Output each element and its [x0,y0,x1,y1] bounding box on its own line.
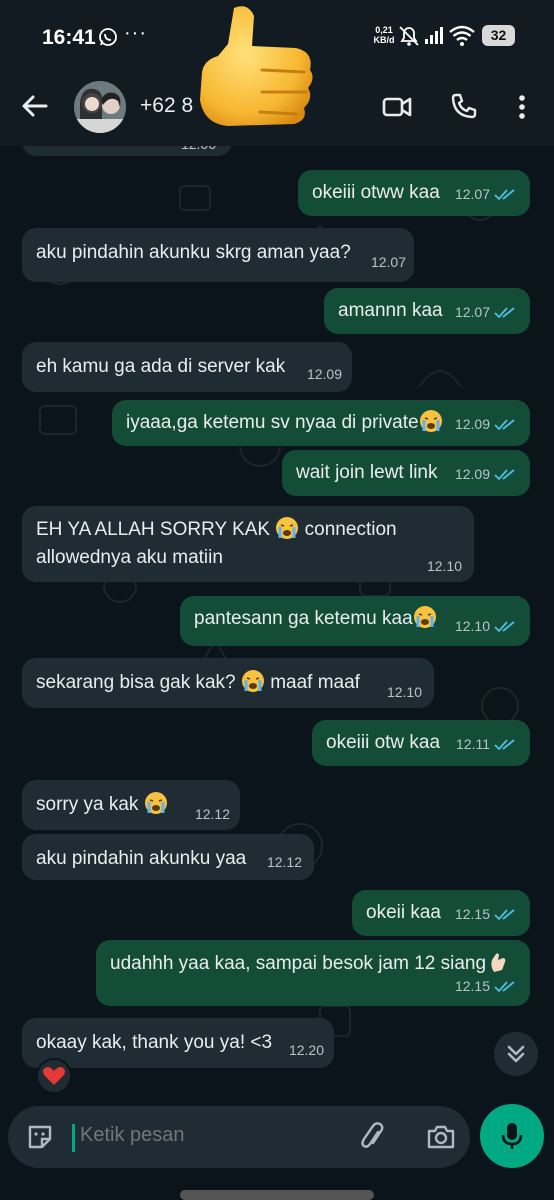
read-ticks-icon [494,621,515,633]
message-time: 12.07 [455,181,516,208]
message-outgoing[interactable]: amannn kaa 12.07 [324,288,530,334]
message-text: okeiii otww kaa [312,182,440,203]
contact-avatar[interactable] [74,81,126,133]
read-ticks-icon [494,307,515,319]
message-input[interactable] [80,1124,340,1147]
message-text: amannn kaa [338,300,443,321]
message-time: 12.07 [455,299,516,326]
message-time: 12.10 [386,684,422,700]
double-chevron-down-icon [507,1045,525,1063]
crying-emoji-icon [413,606,436,628]
message-composer [8,1106,470,1168]
message-time: 12.12 [266,854,302,870]
status-icons [399,25,475,46]
message-text-line2: allowednya aku matiin [36,547,223,568]
message-outgoing[interactable]: okeiii otww kaa 12.07 [298,170,530,216]
message-text: aku pindahin akunku skrg aman yaa? [36,242,351,263]
message-text: wait join lewt link [296,462,438,483]
message-text-line1b: connection [304,519,397,540]
mic-icon [501,1123,523,1149]
message-outgoing[interactable]: okeii kaa 12.15 [352,890,530,936]
message-text: sorry ya kak [36,794,139,815]
thumbs-up-sticker [200,6,313,127]
crying-emoji-icon [419,410,442,432]
message-incoming[interactable]: aku pindahin akunku skrg aman yaa? 12.07 [22,228,414,282]
battery-icon: 32 [482,25,515,46]
heart-icon [43,1067,65,1085]
message-text: okaay kak, thank you ya! <3 [36,1032,273,1053]
attach-icon[interactable] [360,1122,386,1152]
message-incoming[interactable]: eh kamu ga ada di server kak 12.09 [22,342,352,392]
read-ticks-icon [494,189,515,201]
message-outgoing[interactable]: pantesann ga ketemu kaa 12.10 [180,596,530,646]
message-time: 12.10 [426,558,462,574]
message-time: 12.09 [455,461,516,488]
message-incoming[interactable]: EH YA ALLAH SORRY KAK connection allowed… [22,506,474,582]
wifi-icon [449,25,475,46]
heart-reaction[interactable] [36,1058,72,1094]
sticker-icon[interactable] [26,1123,54,1151]
video-call-icon[interactable] [382,92,412,122]
more-vert-icon[interactable] [512,92,532,122]
message-text: eh kamu ga ada di server kak [36,356,286,377]
read-ticks-icon [494,469,515,481]
message-time: 12.15 [455,973,516,1000]
message-text: pantesann ga ketemu kaa [194,608,413,629]
whatsapp-notification-icon [99,28,117,46]
phone-icon[interactable] [450,92,478,120]
crying-emoji-icon [241,670,264,692]
message-text: udahhh yaa kaa, sampai besok jam 12 sian… [110,953,487,974]
read-ticks-icon [494,981,515,993]
back-arrow-icon[interactable] [20,92,48,120]
read-ticks-icon [494,909,515,921]
system-nav-bar [0,1188,554,1200]
message-text: iyaaa,ga ketemu sv nyaa di private [126,412,419,433]
message-time: 12.09 [455,411,516,438]
message-text: okeii kaa [366,902,441,923]
message-time: 12.12 [194,806,230,822]
text-cursor [72,1124,75,1152]
read-ticks-icon [494,419,515,431]
crying-emoji-icon [144,792,167,814]
message-text: sekarang bisa gak kak? [36,672,236,693]
chat-area[interactable]: 12.06 okeiii otww kaa 12.07 aku pindahin… [0,146,554,1100]
message-time: 12.15 [455,901,516,928]
message-time: 12.10 [455,613,516,640]
network-speed-value: 0,21 [375,25,393,35]
network-speed-unit: KB/d [373,35,395,45]
message-text-line1: EH YA ALLAH SORRY KAK [36,519,271,540]
network-speed: 0,21 KB/d [372,25,396,45]
read-ticks-icon [494,739,515,751]
message-outgoing[interactable]: udahhh yaa kaa, sampai besok jam 12 sian… [96,940,530,1006]
message-time: 12.07 [370,254,406,270]
home-gesture-pill[interactable] [180,1190,374,1200]
signal-icon [425,27,443,44]
message-outgoing[interactable]: iyaaa,ga ketemu sv nyaa di private 12.09 [112,400,530,446]
message-text-after: maaf maaf [270,672,360,693]
message-incoming[interactable]: aku pindahin akunku yaa 12.12 [22,834,314,880]
message-text: okeiii otw kaa [326,732,441,753]
scroll-to-bottom-button[interactable] [494,1032,538,1076]
message-time: 12.09 [306,366,342,382]
voice-message-button[interactable] [480,1104,544,1168]
more-notifications-dots: ··· [124,22,147,44]
status-time: 16:41 [42,26,96,49]
message-outgoing[interactable]: okeiii otw kaa 12.11 [312,720,530,766]
message-incoming[interactable]: sekarang bisa gak kak? maaf maaf 12.10 [22,658,434,708]
message-incoming[interactable]: sorry ya kak 12.12 [22,780,240,830]
mute-bell-icon [399,26,419,46]
message-time: 12.20 [288,1042,324,1058]
message-time: 12.11 [456,731,516,758]
message-text: aku pindahin akunku yaa [36,848,247,869]
pinch-hand-emoji-icon [491,953,506,972]
camera-icon[interactable] [426,1123,456,1151]
crying-emoji-icon [276,517,299,539]
message-outgoing[interactable]: wait join lewt link 12.09 [282,450,530,496]
